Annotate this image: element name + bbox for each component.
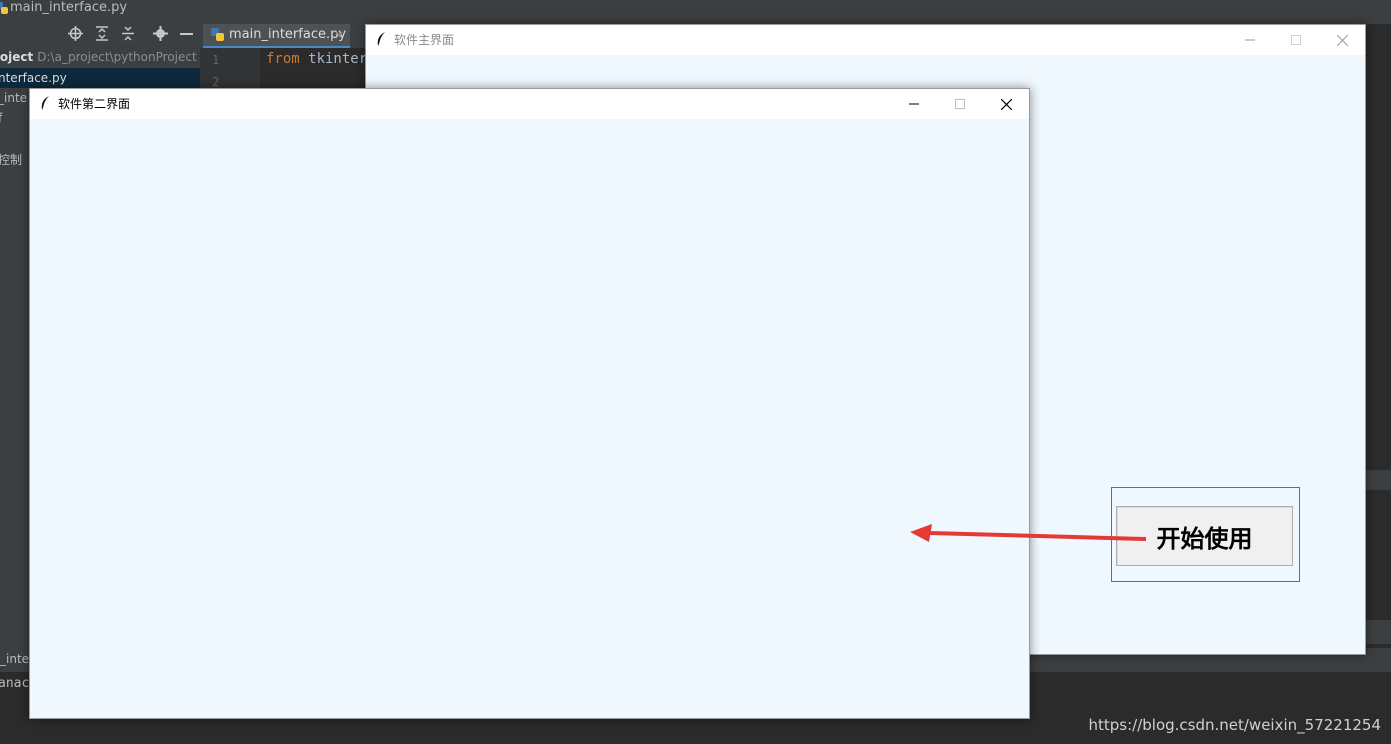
- annotation-arrow: [910, 524, 1146, 542]
- arrow-head: [910, 524, 932, 542]
- arrow-shaft: [929, 531, 1146, 541]
